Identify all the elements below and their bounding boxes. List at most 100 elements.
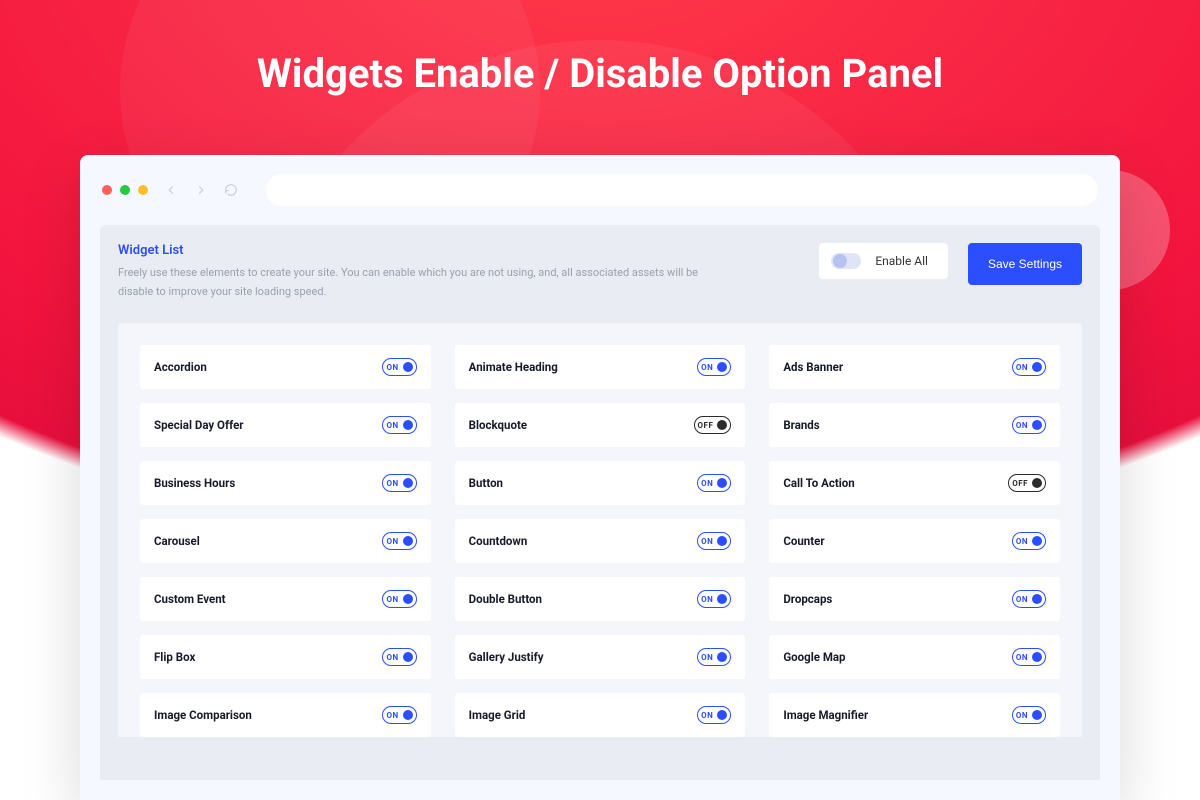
widget-panel: Widget List Freely use these elements to… [100, 225, 1100, 780]
toggle-label: ON [386, 479, 398, 488]
widget-toggle[interactable]: ON [382, 532, 416, 550]
toggle-label: ON [701, 595, 713, 604]
widget-card: Countdown ON [455, 519, 746, 563]
widget-name: Accordion [154, 360, 207, 374]
forward-icon[interactable] [194, 183, 208, 197]
widget-toggle[interactable]: ON [382, 474, 416, 492]
window-maximize-icon [138, 185, 148, 195]
banner: Widgets Enable / Disable Option Panel Wi… [0, 0, 1200, 800]
widget-card: Image ComparisonON [140, 693, 431, 737]
toggle-label: ON [386, 537, 398, 546]
save-settings-button[interactable]: Save Settings [968, 243, 1082, 285]
toggle-label: ON [386, 711, 398, 720]
widget-toggle[interactable]: ON [1012, 416, 1046, 434]
toggle-knob-icon [403, 652, 413, 662]
toggle-knob-icon [403, 536, 413, 546]
widget-toggle[interactable]: ON [697, 590, 731, 608]
widget-name: Animate Heading [469, 360, 558, 374]
toggle-label: ON [386, 595, 398, 604]
widget-card: Image MagnifierON [769, 693, 1060, 737]
browser-toolbar [80, 155, 1120, 225]
toggle-label: OFF [698, 421, 714, 430]
widget-name: Blockquote [469, 418, 527, 432]
url-input[interactable] [266, 174, 1098, 206]
widget-name: Gallery Justify [469, 650, 544, 664]
widget-toggle[interactable]: ON [382, 416, 416, 434]
widget-toggle[interactable]: ON [382, 358, 416, 376]
widget-toggle[interactable]: ON [697, 474, 731, 492]
widget-card: Ads Banner ON [769, 345, 1060, 389]
widget-toggle[interactable]: ON [382, 706, 416, 724]
enable-all-label: Enable All [875, 254, 928, 268]
widget-toggle[interactable]: OFF [1008, 474, 1046, 492]
widget-card: Accordion ON [140, 345, 431, 389]
widget-card: Business Hours ON [140, 461, 431, 505]
widget-card: Flip Box ON [140, 635, 431, 679]
toggle-knob-icon [403, 594, 413, 604]
widget-card: BrandsON [769, 403, 1060, 447]
toggle-knob-icon [1032, 536, 1042, 546]
widget-toggle[interactable]: ON [697, 706, 731, 724]
toggle-label: OFF [1012, 479, 1028, 488]
widget-name: Ads Banner [783, 360, 843, 374]
toggle-knob-icon [717, 478, 727, 488]
enable-all-toggle[interactable] [831, 253, 861, 269]
toggle-label: ON [1016, 537, 1028, 546]
back-icon[interactable] [164, 183, 178, 197]
widget-name: Business Hours [154, 476, 235, 490]
page-title: Widgets Enable / Disable Option Panel [0, 50, 1200, 97]
toggle-label: ON [1016, 595, 1028, 604]
refresh-icon[interactable] [224, 183, 238, 197]
toggle-knob-icon [403, 710, 413, 720]
widget-name: Flip Box [154, 650, 195, 664]
toggle-knob-icon [403, 420, 413, 430]
toggle-knob-icon [717, 362, 727, 372]
widget-toggle[interactable]: OFF [694, 416, 732, 434]
toggle-label: ON [701, 711, 713, 720]
widget-toggle[interactable]: ON [1012, 532, 1046, 550]
toggle-knob-icon [1032, 362, 1042, 372]
toggle-label: ON [701, 537, 713, 546]
widget-toggle[interactable]: ON [382, 648, 416, 666]
toggle-label: ON [386, 421, 398, 430]
widget-card: ButtonON [455, 461, 746, 505]
widget-name: Countdown [469, 534, 528, 548]
widget-name: Dropcaps [783, 592, 832, 606]
toggle-knob-icon [717, 710, 727, 720]
widget-card: Google MapON [769, 635, 1060, 679]
widget-card: Dropcaps ON [769, 577, 1060, 621]
widget-toggle[interactable]: ON [697, 358, 731, 376]
toggle-label: ON [701, 363, 713, 372]
widget-name: Call To Action [783, 476, 854, 490]
widget-toggle[interactable]: ON [382, 590, 416, 608]
widget-toggle[interactable]: ON [1012, 358, 1046, 376]
widget-toggle[interactable]: ON [1012, 706, 1046, 724]
toggle-knob-icon [717, 652, 727, 662]
toggle-label: ON [1016, 363, 1028, 372]
toggle-knob-icon [1032, 710, 1042, 720]
widget-toggle[interactable]: ON [697, 648, 731, 666]
widget-toggle[interactable]: ON [697, 532, 731, 550]
panel-header: Widget List Freely use these elements to… [118, 243, 1082, 301]
panel-description: Freely use these elements to create your… [118, 264, 708, 301]
toggle-knob-icon [717, 536, 727, 546]
widget-card: Image GridON [455, 693, 746, 737]
toggle-knob-icon [1032, 652, 1042, 662]
enable-all-toggle-box: Enable All [819, 243, 948, 279]
widget-card: Double ButtonON [455, 577, 746, 621]
panel-header-text: Widget List Freely use these elements to… [118, 243, 799, 301]
widget-card: Call To Action OFF [769, 461, 1060, 505]
browser-mockup: Widget List Freely use these elements to… [80, 155, 1120, 800]
window-close-icon [102, 185, 112, 195]
panel-title: Widget List [118, 243, 799, 258]
toggle-knob-icon [403, 362, 413, 372]
widget-grid: Accordion ON Animate Heading ON Ads Banner ON… [118, 323, 1082, 737]
widget-card: Gallery Justify ON [455, 635, 746, 679]
widget-toggle[interactable]: ON [1012, 590, 1046, 608]
widget-name: Special Day Offer [154, 418, 244, 432]
toggle-label: ON [1016, 711, 1028, 720]
toggle-label: ON [386, 653, 398, 662]
widget-card: Blockquote OFF [455, 403, 746, 447]
widget-card: Animate Heading ON [455, 345, 746, 389]
widget-toggle[interactable]: ON [1012, 648, 1046, 666]
